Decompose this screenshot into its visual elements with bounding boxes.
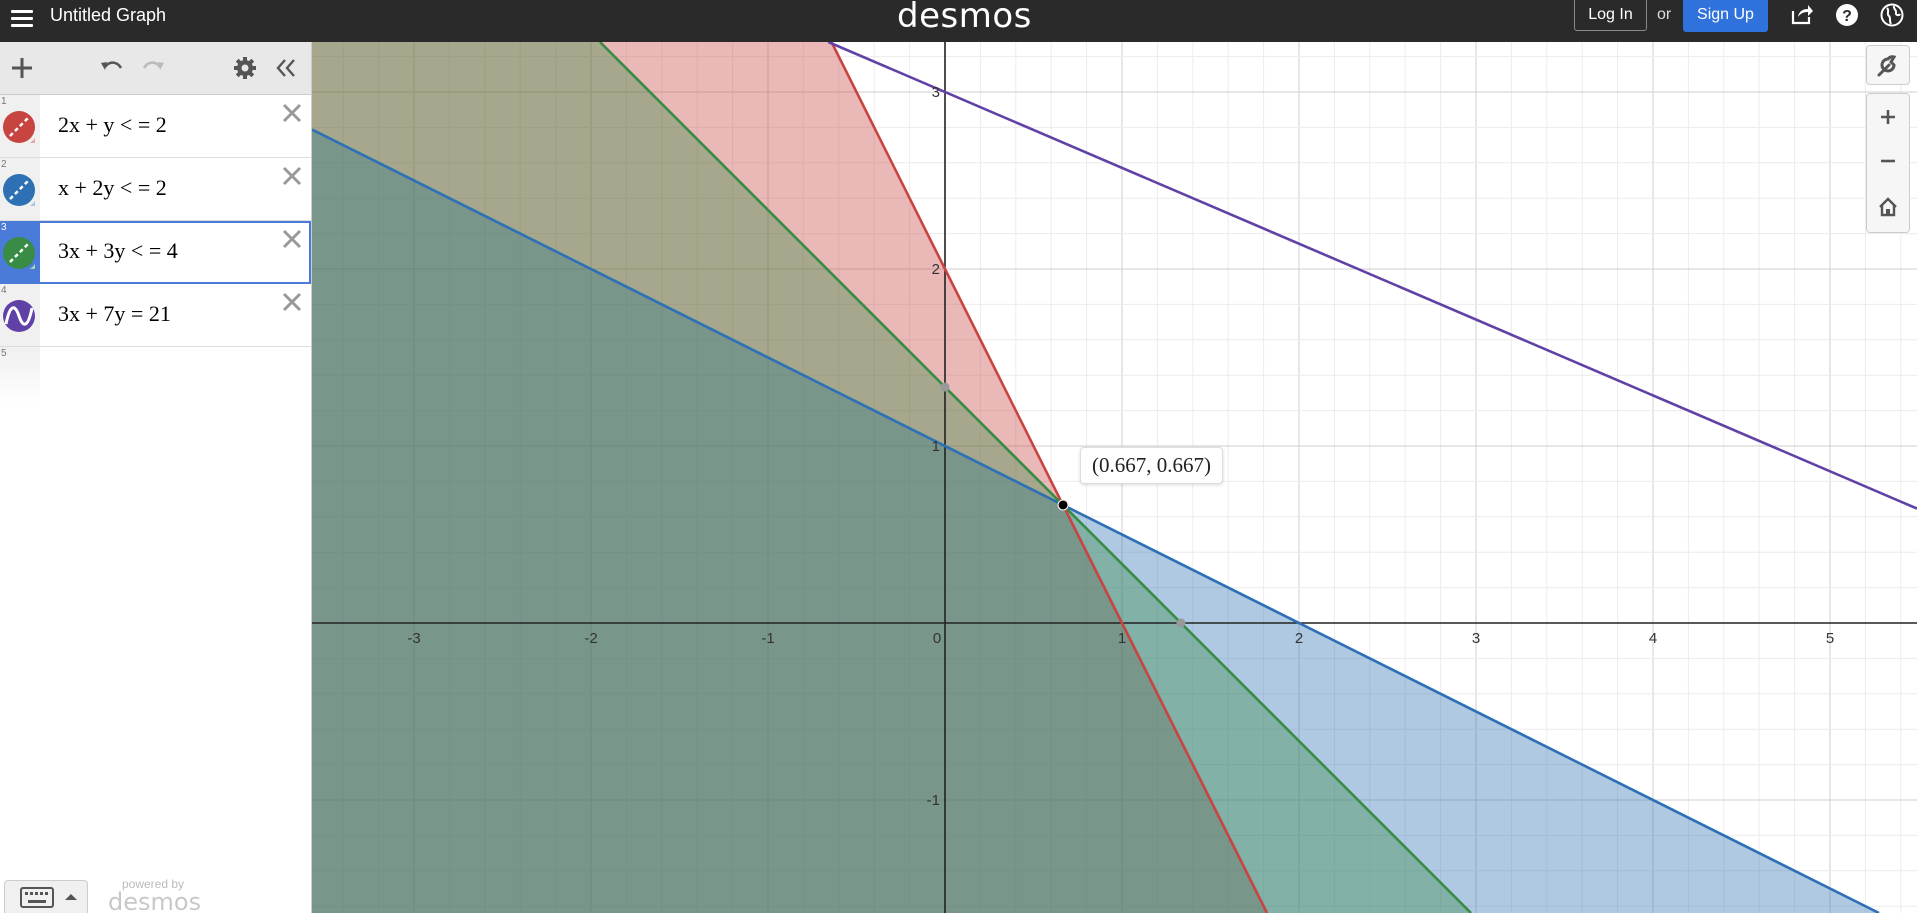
y-tick-label: 3 xyxy=(932,84,940,101)
login-button[interactable]: Log In xyxy=(1574,0,1647,31)
expression-input[interactable]: 2x + y < = 2 xyxy=(58,112,167,138)
share-icon[interactable] xyxy=(1789,2,1815,28)
expression-row-3[interactable]: 3 3x + 3y < = 4 xyxy=(0,221,311,284)
signup-button[interactable]: Sign Up xyxy=(1683,0,1768,32)
line-style-icon[interactable] xyxy=(3,300,35,332)
zoom-out-button[interactable] xyxy=(1867,142,1909,182)
close-icon[interactable] xyxy=(280,227,304,251)
row-number: 3 xyxy=(1,222,7,233)
menu-icon[interactable] xyxy=(8,6,38,36)
inequality-style-icon[interactable] xyxy=(3,237,38,272)
close-icon[interactable] xyxy=(280,164,304,188)
zoom-in-button[interactable] xyxy=(1867,98,1909,138)
or-text: or xyxy=(1657,6,1672,23)
row-number: 2 xyxy=(1,159,7,170)
graph-settings-button[interactable] xyxy=(1866,45,1910,85)
help-icon[interactable]: ? xyxy=(1834,2,1860,28)
plus-icon xyxy=(1881,110,1895,124)
keyboard-button[interactable] xyxy=(4,880,88,913)
home-view-button[interactable] xyxy=(1867,188,1909,228)
row-number: 1 xyxy=(1,96,7,107)
x-tick-label: -1 xyxy=(761,630,774,647)
x-tick-label: 4 xyxy=(1649,630,1657,647)
intercept-point xyxy=(940,382,950,392)
powered-by-logo: desmos xyxy=(108,888,202,916)
intersection-point xyxy=(1057,499,1069,511)
collapse-icon[interactable] xyxy=(270,52,302,84)
expression-panel: 1 2x + y < = 2 2 x + 2y < = 2 3 3x + 3y … xyxy=(0,42,312,913)
row-number: 5 xyxy=(1,348,7,359)
gear-icon[interactable] xyxy=(229,52,261,84)
y-tick-label: 2 xyxy=(932,261,940,278)
zoom-controls xyxy=(1866,93,1910,233)
home-icon xyxy=(1879,197,1897,217)
x-tick-label: -2 xyxy=(584,630,597,647)
expression-input[interactable]: x + 2y < = 2 xyxy=(58,175,167,201)
svg-text:?: ? xyxy=(1842,8,1852,25)
empty-expression-row[interactable]: 5 xyxy=(0,347,40,405)
wrench-icon xyxy=(1877,55,1897,77)
row-number: 4 xyxy=(1,285,7,296)
intercept-point xyxy=(1176,618,1186,628)
x-tick-label: 5 xyxy=(1826,630,1834,647)
top-bar: Untitled Graph desmos Log In or Sign Up … xyxy=(0,0,1917,42)
graph-title[interactable]: Untitled Graph xyxy=(50,0,166,30)
y-tick-label: 1 xyxy=(932,438,940,455)
redo-icon[interactable] xyxy=(137,52,169,84)
x-tick-label: 2 xyxy=(1295,630,1303,647)
globe-icon[interactable] xyxy=(1879,2,1905,28)
x-tick-label: -3 xyxy=(407,630,420,647)
x-tick-label: 3 xyxy=(1472,630,1480,647)
powered-by: powered by desmos xyxy=(108,877,202,916)
close-icon[interactable] xyxy=(280,101,304,125)
expression-row-4[interactable]: 4 3x + 7y = 21 xyxy=(0,284,311,347)
close-icon[interactable] xyxy=(280,290,304,314)
expression-input[interactable]: 3x + 3y < = 4 xyxy=(58,238,178,264)
add-icon[interactable] xyxy=(6,52,38,84)
expression-toolbar xyxy=(0,42,311,95)
x-tick-label: 1 xyxy=(1118,630,1126,647)
x-tick-label: 0 xyxy=(933,630,941,647)
intersection-label[interactable]: (0.667, 0.667) xyxy=(1080,447,1223,484)
expression-row-2[interactable]: 2 x + 2y < = 2 xyxy=(0,158,311,221)
minus-icon xyxy=(1881,159,1895,163)
expression-input[interactable]: 3x + 7y = 21 xyxy=(58,301,171,327)
inequality-style-icon[interactable] xyxy=(3,111,38,146)
inequality-style-icon[interactable] xyxy=(3,174,38,209)
expression-row-1[interactable]: 1 2x + y < = 2 xyxy=(0,95,311,158)
undo-icon[interactable] xyxy=(96,52,128,84)
y-tick-label: -1 xyxy=(927,792,940,809)
desmos-logo: desmos xyxy=(897,0,1032,36)
keyboard-icon xyxy=(20,887,77,908)
